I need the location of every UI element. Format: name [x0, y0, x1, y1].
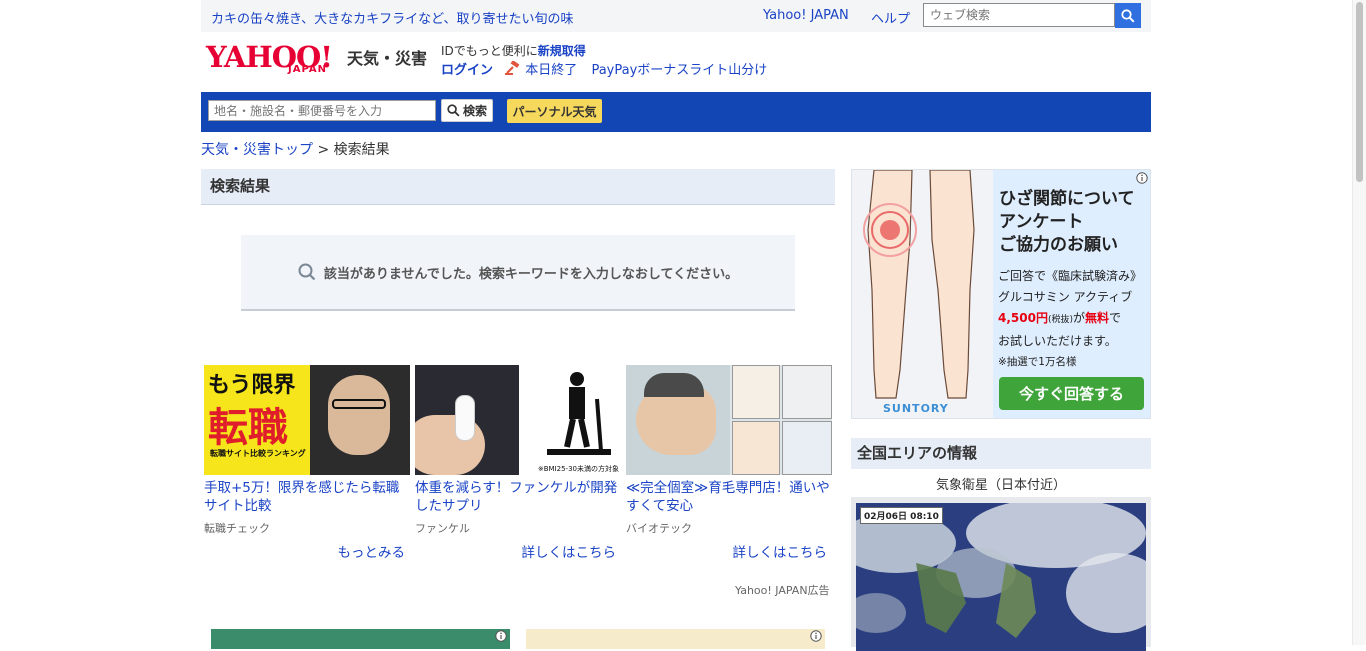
- ad-image-caption: 転職サイト比較ランキング: [210, 449, 306, 458]
- breadcrumb: 天気・災害トップ > 検索結果: [201, 139, 390, 159]
- campaign-link[interactable]: PayPayボーナスライト山分け: [591, 63, 767, 78]
- ad-title[interactable]: 体重を減らす！ファンケルが開発したサプリ: [415, 479, 621, 515]
- ad-image[interactable]: もう限界 転職 転職サイト比較ランキング: [204, 365, 410, 475]
- ad-card[interactable]: ※BMI25-30未満の方対象 体重を減らす！ファンケルが開発したサプリ ファン…: [415, 365, 621, 561]
- register-text: IDでもっと便利に: [441, 44, 538, 58]
- satellite-timestamp: 02月06日 08:10: [860, 507, 943, 524]
- knee-illustration: [852, 170, 993, 418]
- answer-now-button[interactable]: 今すぐ回答する: [999, 377, 1144, 410]
- ad-note: ※抽選で1万名様: [998, 356, 1077, 368]
- bottom-ad-banner[interactable]: [211, 629, 510, 649]
- logo-subtext: JAPAN: [288, 64, 327, 75]
- scrollbar-thumb[interactable]: [1356, 2, 1363, 182]
- register-line: IDでもっと便利に新規取得: [441, 42, 586, 59]
- bottom-ad-banner[interactable]: [526, 629, 825, 649]
- breadcrumb-separator: >: [317, 142, 330, 158]
- ad-info-icon[interactable]: [1136, 172, 1148, 184]
- breadcrumb-home[interactable]: 天気・災害トップ: [201, 142, 313, 158]
- ad-hand-photo: [415, 365, 519, 475]
- ad-heading-line: アンケート: [999, 212, 1084, 232]
- yahoo-logo[interactable]: YAHOO! JAPAN: [206, 42, 342, 80]
- ad-info-icon[interactable]: [495, 630, 507, 642]
- ad-image-headline: 転職: [208, 405, 288, 451]
- ad-comic-panel: [782, 421, 832, 475]
- register-link[interactable]: 新規取得: [538, 44, 586, 58]
- scrollbar[interactable]: [1352, 0, 1366, 645]
- area-info-heading: 全国エリアの情報: [851, 438, 1151, 469]
- ad-free: 無料: [1085, 311, 1110, 325]
- top-strip: カキの缶々焼き、大きなカキフライなど、取り寄せたい旬の味 Yahoo! JAPA…: [201, 0, 1151, 32]
- ad-heading-line: ひざ関節について: [999, 189, 1135, 209]
- side-ad-banner[interactable]: ひざ関節について アンケート ご協力のお願い ご回答で《臨床試験済み》 グルコサ…: [851, 169, 1151, 419]
- brand-logo: SUNTORY: [883, 402, 949, 415]
- ad-person-photo: [310, 365, 410, 475]
- ad-heading-line: ご協力のお願い: [999, 235, 1118, 255]
- breadcrumb-current: 検索結果: [333, 142, 390, 158]
- search-icon: [1121, 8, 1135, 23]
- ad-title[interactable]: 手取+5万！限界を感じたら転職サイト比較: [204, 479, 410, 515]
- help-link[interactable]: ヘルプ: [871, 8, 910, 27]
- ad-image-caption: ※BMI25-30未満の方対象: [537, 465, 619, 473]
- ad-title[interactable]: ≪完全個室≫育毛専門店！通いやすくて安心: [626, 479, 832, 515]
- ad-source: 転職チェック: [204, 522, 270, 535]
- ad-source: バイオテック: [626, 522, 692, 535]
- login-line: ログイン 本日終了 PayPayボーナスライト山分け: [441, 59, 767, 78]
- ad-price: 4,500円: [998, 311, 1048, 325]
- ad-info-icon[interactable]: [810, 630, 822, 642]
- search-button-label: 検索: [462, 104, 487, 118]
- web-search-input[interactable]: [923, 3, 1115, 27]
- ad-tax: (税抜): [1047, 315, 1073, 325]
- satellite-image[interactable]: 02月06日 08:10: [856, 503, 1146, 651]
- ad-de: で: [1109, 311, 1122, 325]
- satellite-clouds: [856, 503, 1146, 651]
- search-icon: [447, 104, 460, 117]
- location-search-button[interactable]: 検索: [441, 99, 493, 122]
- results-heading: 検索結果: [201, 169, 835, 205]
- ad-image[interactable]: [626, 365, 832, 475]
- legs-illustration: [863, 170, 975, 399]
- ad-comic-panel: [732, 365, 780, 419]
- no-results-box: 該当がありませんでした。検索キーワードを入力しなおしてください。: [241, 235, 795, 311]
- ad-body-line: グルコサミン アクティブ: [998, 290, 1133, 304]
- login-link[interactable]: ログイン: [441, 63, 493, 78]
- ad-body: ご回答で《臨床試験済み》 グルコサミン アクティブ 4,500円(税抜)が無料で…: [998, 266, 1142, 352]
- ad-more-link[interactable]: 詳しくはこちら: [415, 541, 621, 561]
- ad-comic-panel: [732, 421, 780, 475]
- web-search-button[interactable]: [1115, 3, 1141, 28]
- ad-more-link[interactable]: もっとみる: [204, 541, 410, 561]
- satellite-label: 気象衛星（日本付近）: [935, 478, 1066, 493]
- no-results-message: 該当がありませんでした。検索キーワードを入力しなおしてください。: [323, 266, 739, 282]
- ad-comic-panel: [626, 365, 730, 475]
- magnifier-icon: [298, 263, 316, 281]
- promo-link[interactable]: カキの缶々焼き、大きなカキフライなど、取り寄せたい旬の味: [211, 8, 573, 27]
- weather-nav-bar: 検索 パーソナル天気: [201, 92, 1151, 132]
- ad-price-line: 4,500円(税抜)が無料で: [998, 308, 1142, 331]
- ad-card[interactable]: ≪完全個室≫育毛専門店！通いやすくて安心 バイオテック 詳しくはこちら: [626, 365, 832, 561]
- location-search-input[interactable]: [208, 100, 436, 121]
- ad-card[interactable]: もう限界 転職 転職サイト比較ランキング 手取+5万！限界を感じたら転職サイト比…: [204, 365, 410, 561]
- ad-text-panel: ひざ関節について アンケート ご協力のお願い ご回答で《臨床試験済み》 グルコサ…: [993, 170, 1150, 418]
- ad-comic-panel: [782, 365, 832, 419]
- yahoo-japan-link[interactable]: Yahoo! JAPAN: [763, 8, 849, 23]
- ad-heading: ひざ関節について アンケート ご協力のお願い: [999, 188, 1135, 257]
- ad-source: ファンケル: [415, 522, 470, 535]
- ad-image[interactable]: ※BMI25-30未満の方対象: [415, 365, 621, 475]
- treadmill-figure-icon: [547, 372, 611, 455]
- notice-link[interactable]: 本日終了: [525, 63, 577, 78]
- ad-body-line: お試しいただけます。: [998, 334, 1117, 348]
- service-name[interactable]: 天気・災害: [347, 45, 427, 69]
- ad-body-line: ご回答で《臨床試験済み》: [998, 269, 1143, 283]
- ad-more-link[interactable]: 詳しくはこちら: [626, 541, 832, 561]
- auction-hammer-icon: [505, 60, 520, 75]
- personal-weather-button[interactable]: パーソナル天気: [507, 99, 602, 123]
- ad-ga: が: [1073, 311, 1086, 325]
- ad-label: Yahoo! JAPAN広告: [735, 584, 830, 597]
- satellite-map-frame[interactable]: 02月06日 08:10: [851, 497, 1151, 651]
